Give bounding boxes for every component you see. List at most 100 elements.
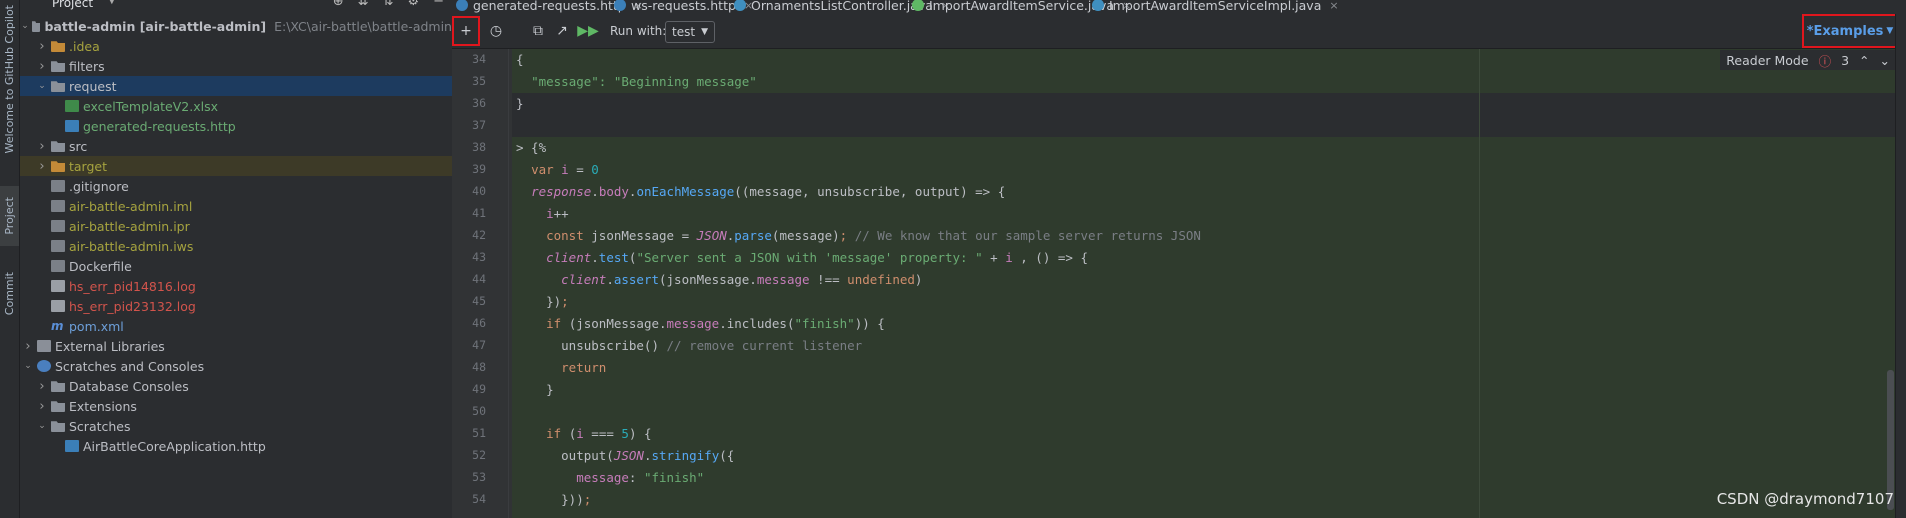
close-icon[interactable]: ×: [1329, 0, 1338, 12]
chevron-down-icon[interactable]: ⌄: [36, 81, 48, 91]
tree-item[interactable]: › External Libraries: [20, 336, 452, 356]
project-title[interactable]: Project: [52, 0, 93, 10]
chevron-down-icon[interactable]: ⌄: [36, 421, 48, 431]
tree-item[interactable]: m pom.xml: [20, 316, 452, 336]
tree-item-label: AirBattleCoreApplication.http: [83, 438, 266, 454]
log-file-icon: [51, 280, 65, 292]
editor-tab[interactable]: ws-requests.http ×: [614, 0, 753, 14]
tree-item[interactable]: air-battle-admin.ipr: [20, 216, 452, 236]
right-tool-strip: [1895, 14, 1906, 518]
tree-item-label: .idea: [69, 38, 100, 54]
tab-project[interactable]: Project: [0, 186, 19, 246]
gear-icon[interactable]: ⚙: [407, 0, 419, 9]
add-request-button[interactable]: +: [452, 16, 480, 46]
convert-icon[interactable]: ↗: [550, 20, 574, 42]
chevron-down-icon[interactable]: ⌄: [21, 21, 29, 31]
tree-item[interactable]: hs_err_pid14816.log: [20, 276, 452, 296]
file-icon: [51, 200, 65, 212]
chevron-up-icon[interactable]: ⌃: [1859, 53, 1869, 68]
tree-item[interactable]: excelTemplateV2.xlsx: [20, 96, 452, 116]
environment-select[interactable]: test ▼: [665, 21, 715, 43]
tree-item-label: generated-requests.http: [83, 118, 236, 134]
code-line: if (i === 5) {: [546, 426, 652, 441]
chevron-right-icon[interactable]: ›: [36, 379, 48, 394]
tree-item-label: .gitignore: [69, 178, 129, 194]
code-line: const jsonMessage = JSON.parse(message);…: [546, 228, 1201, 243]
tree-item-label: pom.xml: [69, 318, 124, 334]
tree-item[interactable]: › Database Consoles: [20, 376, 452, 396]
run-all-icon[interactable]: ▶▶: [576, 20, 600, 42]
line-number: 39: [472, 162, 486, 176]
tree-item[interactable]: ⌄ Scratches and Consoles: [20, 356, 452, 376]
tree-item-path: E:\XC\air-battle\battle-admin: [274, 18, 452, 34]
history-icon[interactable]: ◷: [484, 20, 508, 42]
collapse-all-icon[interactable]: ⇊: [358, 0, 369, 9]
tree-item[interactable]: ⌄ battle-admin [air-battle-admin] E:\XC\ai…: [20, 16, 452, 36]
tree-item[interactable]: air-battle-admin.iml: [20, 196, 452, 216]
tree-item-label: External Libraries: [55, 338, 165, 354]
chevron-right-icon[interactable]: ›: [22, 339, 34, 354]
tree-item[interactable]: › .idea: [20, 36, 452, 56]
editor-tab[interactable]: ImportAwardItemServiceImpl.java ×: [1092, 0, 1339, 14]
chevron-right-icon[interactable]: ›: [36, 39, 48, 54]
chevron-right-icon[interactable]: ›: [36, 399, 48, 414]
editor-tab-label: OrnamentsListController.java: [751, 0, 933, 13]
chevron-down-icon: ▼: [1886, 26, 1894, 36]
examples-button[interactable]: *Examples ▼: [1802, 14, 1898, 48]
tree-item[interactable]: Dockerfile: [20, 256, 452, 276]
code-line: "message": "Beginning message": [531, 74, 757, 89]
code-editor[interactable]: { "message": "Beginning message"} > {% va…: [512, 49, 1902, 518]
editor-tab-label: ImportAwardItemServiceImpl.java: [1109, 0, 1322, 13]
line-number: 34: [472, 52, 486, 66]
chevron-right-icon[interactable]: ›: [36, 59, 48, 74]
tree-item[interactable]: AirBattleCoreApplication.http: [20, 436, 452, 456]
code-line: }: [516, 96, 524, 111]
folder-icon: [51, 61, 65, 72]
tree-item[interactable]: ⌄ Scratches: [20, 416, 452, 436]
tree-item-label: hs_err_pid14816.log: [69, 278, 196, 294]
line-number: 38: [472, 140, 486, 154]
tree-item[interactable]: air-battle-admin.iws: [20, 236, 452, 256]
tree-item[interactable]: generated-requests.http: [20, 116, 452, 136]
chevron-right-icon[interactable]: ›: [36, 139, 48, 154]
copy-icon[interactable]: ⧉: [526, 20, 550, 42]
tab-commit[interactable]: Commit: [0, 264, 19, 324]
class-icon: [1092, 0, 1104, 11]
file-icon: [51, 220, 65, 232]
code-line: {: [516, 52, 524, 67]
tree-item[interactable]: › target: [20, 156, 452, 176]
folder-icon: [51, 161, 65, 172]
chevron-down-icon[interactable]: ▼: [108, 0, 116, 6]
line-number: 51: [472, 426, 486, 440]
reader-mode-button[interactable]: Reader Mode: [1726, 53, 1808, 68]
minimize-icon[interactable]: −: [433, 0, 444, 9]
tab-github-copilot[interactable]: Welcome to GitHub Copilot: [0, 4, 19, 154]
library-icon: [37, 340, 51, 352]
tree-item[interactable]: › src: [20, 136, 452, 156]
chevron-down-icon[interactable]: ⌄: [1880, 53, 1890, 68]
chevron-right-icon[interactable]: ›: [36, 159, 48, 174]
tree-item[interactable]: hs_err_pid23132.log: [20, 296, 452, 316]
chevron-down-icon[interactable]: ⌄: [22, 361, 34, 371]
tree-item-label: excelTemplateV2.xlsx: [83, 98, 218, 114]
tree-item[interactable]: ⌄ request: [20, 76, 452, 96]
http-file-icon: [65, 440, 79, 452]
project-toolbar: ⊕ ⇊ ⇅ ⚙ −: [333, 0, 444, 9]
folder-icon: [51, 401, 65, 412]
line-number: 44: [472, 272, 486, 286]
line-number: 49: [472, 382, 486, 396]
error-icon[interactable]: ⓘ: [1819, 51, 1832, 70]
plus-icon: +: [460, 23, 472, 39]
file-icon: [51, 260, 65, 272]
locate-icon[interactable]: ⊕: [333, 0, 344, 9]
tree-item[interactable]: .gitignore: [20, 176, 452, 196]
tree-item-label: Dockerfile: [69, 258, 132, 274]
expand-all-icon[interactable]: ⇅: [383, 0, 394, 9]
tree-item-label: filters: [69, 58, 105, 74]
tree-item[interactable]: › filters: [20, 56, 452, 76]
tree-item[interactable]: › Extensions: [20, 396, 452, 416]
class-icon: [734, 0, 746, 11]
right-margin-guide: [1479, 49, 1480, 518]
vertical-scrollbar[interactable]: [1887, 370, 1894, 510]
run-with-label: Run with:: [610, 24, 667, 38]
